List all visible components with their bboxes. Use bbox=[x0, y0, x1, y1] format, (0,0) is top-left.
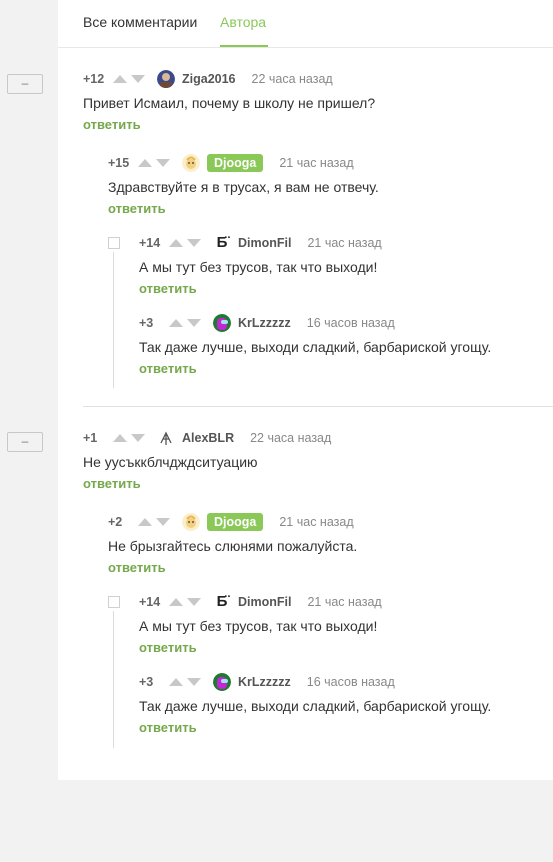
comment-author[interactable]: AlexBLR bbox=[182, 431, 234, 445]
downvote-icon[interactable] bbox=[131, 75, 145, 83]
comment-time[interactable]: 21 час назад bbox=[307, 595, 381, 609]
upvote-icon[interactable] bbox=[113, 434, 127, 442]
downvote-icon[interactable] bbox=[131, 434, 145, 442]
downvote-icon[interactable] bbox=[187, 598, 201, 606]
comment-rating: +15 bbox=[108, 156, 130, 170]
letter-avatar-icon[interactable]: Б̈ bbox=[213, 593, 231, 611]
comment-rating: +12 bbox=[83, 72, 105, 86]
comment: +14 Б̈ DimonFil 21 час назад А мы тут бе… bbox=[139, 592, 382, 655]
comment: +3 KrLzzzzz 16 часов назад Так даже лучш… bbox=[139, 313, 491, 376]
downvote-icon[interactable] bbox=[187, 678, 201, 686]
comment-time[interactable]: 16 часов назад bbox=[307, 675, 395, 689]
comment-time[interactable]: 21 час назад bbox=[279, 515, 353, 529]
comment-text: А мы тут без трусов, так что выходи! bbox=[139, 259, 378, 275]
letter-avatar-icon[interactable]: Б̈ bbox=[213, 234, 231, 252]
comment-rating: +3 bbox=[139, 675, 154, 689]
comment: +1 AlexBLR 22 часа назад Не уусъккблчджд… bbox=[83, 428, 331, 491]
comment-text: Не уусъккблчдждситуацию bbox=[83, 454, 258, 470]
comment-text: Так даже лучше, выходи сладкий, барбарис… bbox=[139, 339, 492, 355]
cartoon-avatar-icon[interactable] bbox=[182, 154, 200, 172]
comment: +14 Б̈ DimonFil 21 час назад А мы тут бе… bbox=[139, 233, 382, 296]
thread-line[interactable] bbox=[113, 252, 114, 388]
sketch-avatar-icon[interactable] bbox=[157, 429, 175, 447]
comment-author[interactable]: DimonFil bbox=[238, 595, 291, 609]
comment-author[interactable]: Ziga2016 bbox=[182, 72, 236, 86]
comment-author-badge[interactable]: Djooga bbox=[207, 513, 264, 531]
comment-time[interactable]: 21 час назад bbox=[279, 156, 353, 170]
comment-author[interactable]: KrLzzzzz bbox=[238, 675, 291, 689]
downvote-icon[interactable] bbox=[187, 239, 201, 247]
reply-button[interactable]: ответить bbox=[139, 361, 491, 376]
comment-header: +1 AlexBLR 22 часа назад bbox=[83, 428, 331, 448]
upvote-icon[interactable] bbox=[169, 239, 183, 247]
comment-rating: +1 bbox=[83, 431, 98, 445]
downvote-icon[interactable] bbox=[156, 518, 170, 526]
collapse-thread-button[interactable]: – bbox=[7, 432, 43, 452]
comment-rating: +3 bbox=[139, 316, 154, 330]
tab-all-comments[interactable]: Все комментарии bbox=[83, 14, 197, 30]
comment-author[interactable]: KrLzzzzz bbox=[238, 316, 291, 330]
reply-button[interactable]: ответить bbox=[83, 117, 375, 132]
comment-header: +14 Б̈ DimonFil 21 час назад bbox=[139, 592, 382, 612]
tab-author[interactable]: Автора bbox=[220, 14, 266, 30]
comment-author[interactable]: DimonFil bbox=[238, 236, 291, 250]
reply-button[interactable]: ответить bbox=[139, 281, 382, 296]
photo-avatar-icon[interactable] bbox=[157, 70, 175, 88]
amongus-avatar-icon[interactable] bbox=[213, 314, 231, 332]
upvote-icon[interactable] bbox=[169, 678, 183, 686]
comment-tabs: Все комментарии Автора bbox=[58, 0, 553, 48]
comment: +2 Djooga 21 час назад Не брызгайтесь сл… bbox=[108, 512, 357, 575]
comment-text: Привет Исмаил, почему в школу не пришел? bbox=[83, 95, 376, 111]
comment-header: +15 Djooga 21 час назад bbox=[108, 153, 379, 173]
comment-header: +2 Djooga 21 час назад bbox=[108, 512, 357, 532]
comment-time[interactable]: 22 часа назад bbox=[250, 431, 331, 445]
comment-time[interactable]: 22 часа назад bbox=[252, 72, 333, 86]
comment-author-badge[interactable]: Djooga bbox=[207, 154, 264, 172]
upvote-icon[interactable] bbox=[169, 319, 183, 327]
upvote-icon[interactable] bbox=[138, 518, 152, 526]
upvote-icon[interactable] bbox=[138, 159, 152, 167]
collapse-branch-button[interactable] bbox=[108, 596, 120, 608]
comment-rating: +14 bbox=[139, 236, 161, 250]
collapse-branch-button[interactable] bbox=[108, 237, 120, 249]
comment-rating: +14 bbox=[139, 595, 161, 609]
downvote-icon[interactable] bbox=[156, 159, 170, 167]
comment-header: +12 Ziga2016 22 часа назад bbox=[83, 69, 375, 89]
comment: +12 Ziga2016 22 часа назад Привет Исмаил… bbox=[83, 69, 375, 132]
comment-text: Здравствуйте я в трусах, я вам не отвечу… bbox=[108, 179, 379, 195]
comment-header: +3 KrLzzzzz 16 часов назад bbox=[139, 672, 491, 692]
collapse-thread-button[interactable]: – bbox=[7, 74, 43, 94]
reply-button[interactable]: ответить bbox=[139, 720, 491, 735]
comment-text: Так даже лучше, выходи сладкий, барбарис… bbox=[139, 698, 492, 714]
comment-time[interactable]: 21 час назад bbox=[307, 236, 381, 250]
thread-divider bbox=[83, 406, 553, 407]
comment-text: А мы тут без трусов, так что выходи! bbox=[139, 618, 378, 634]
active-tab-indicator bbox=[220, 45, 268, 47]
reply-button[interactable]: ответить bbox=[139, 640, 382, 655]
comment-rating: +2 bbox=[108, 515, 123, 529]
comment-time[interactable]: 16 часов назад bbox=[307, 316, 395, 330]
comment: +15 Djooga 21 час назад Здравствуйте я в… bbox=[108, 153, 379, 216]
amongus-avatar-icon[interactable] bbox=[213, 673, 231, 691]
comment-header: +3 KrLzzzzz 16 часов назад bbox=[139, 313, 491, 333]
reply-button[interactable]: ответить bbox=[108, 560, 357, 575]
downvote-icon[interactable] bbox=[187, 319, 201, 327]
reply-button[interactable]: ответить bbox=[83, 476, 331, 491]
thread-line[interactable] bbox=[113, 611, 114, 748]
comment-header: +14 Б̈ DimonFil 21 час назад bbox=[139, 233, 382, 253]
reply-button[interactable]: ответить bbox=[108, 201, 379, 216]
comment: +3 KrLzzzzz 16 часов назад Так даже лучш… bbox=[139, 672, 491, 735]
upvote-icon[interactable] bbox=[113, 75, 127, 83]
cartoon-avatar-icon[interactable] bbox=[182, 513, 200, 531]
left-rail bbox=[0, 0, 58, 780]
comment-text: Не брызгайтесь слюнями пожалуйста. bbox=[108, 538, 358, 554]
upvote-icon[interactable] bbox=[169, 598, 183, 606]
